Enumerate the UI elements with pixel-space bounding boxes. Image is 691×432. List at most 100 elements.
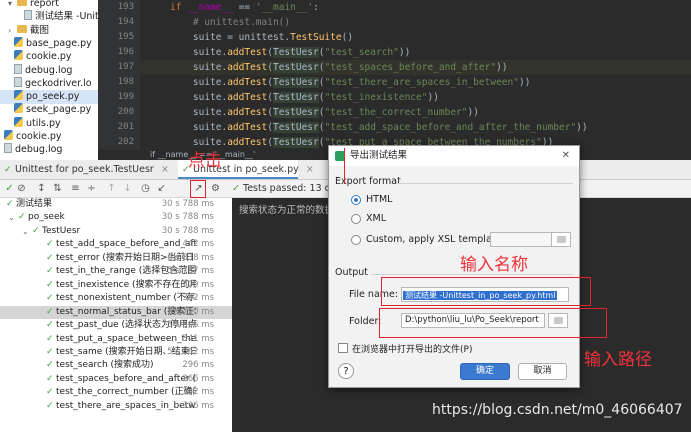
test-name: test_there_are_spaces_in_between [56, 400, 196, 411]
project-tree-item[interactable]: cookie.py [0, 50, 98, 64]
show-ignored-icon[interactable]: ⊘ [15, 182, 28, 195]
project-tree-item[interactable]: debug.log [0, 63, 98, 78]
test-tree-row[interactable]: ✓test_nonexistent_number (不存在的382 ms [0, 292, 232, 305]
history-icon[interactable]: ◷ [139, 182, 152, 195]
python-file-icon [14, 36, 23, 47]
python-file-icon [14, 116, 23, 127]
code-editor[interactable]: if __name__ == '__main__': # unittest.ma… [140, 0, 691, 150]
test-tree-row[interactable]: ✓ test_add_space_before_and_after 442 ms [0, 238, 232, 251]
sort-duration-icon[interactable]: ⇅ [51, 182, 64, 195]
test-method-string: test_spaces_before_and_after [330, 62, 491, 73]
chevron-down-icon[interactable]: ⌄ [22, 225, 29, 238]
project-tree-label: 截图 [30, 24, 50, 36]
line-number: 195 [117, 32, 134, 42]
test-tree-row[interactable]: ✓ test_normal_status_bar (搜索正常 3 s 790 ms [0, 305, 232, 319]
chevron-icon[interactable]: › [8, 24, 17, 38]
folder-label: Folder: [349, 316, 382, 327]
project-tree-item[interactable]: 测试结果 -Unit [0, 10, 98, 24]
project-tree-item[interactable]: cookie.py [0, 130, 98, 144]
passed-check-icon: ✓ [46, 306, 54, 317]
test-tree-row[interactable]: ✓test_spaces_before_and_after (搜索266 ms [0, 373, 232, 386]
test-duration: 336 ms [182, 400, 214, 411]
passed-check-icon: ✓ [46, 320, 54, 331]
test-duration: 442 ms [182, 239, 214, 250]
project-tree-item[interactable]: utils.py [0, 116, 98, 131]
test-method-string: test_search [330, 47, 394, 58]
test-tree-row[interactable]: ⌄ ✓ po_seek 30 s 788 ms [0, 211, 232, 224]
test-tree-row[interactable]: ✓ test_inexistence (搜索不存在的用户 309 ms [0, 279, 232, 292]
test-tree-row[interactable]: ✓test_put_a_space_between_the_nu341 ms [0, 333, 232, 346]
project-tree-label: debug.log [15, 144, 63, 156]
line-number: 194 [117, 17, 134, 27]
ok-button[interactable]: 确定 [460, 363, 510, 380]
editor-gutter: 193 194 195 196 197 198 199 200 201 202 [98, 0, 140, 150]
custom-xsl-radio[interactable] [351, 235, 361, 245]
file-icon [14, 63, 22, 74]
collapse-all-icon[interactable]: ÷ [85, 182, 98, 195]
test-method-string: test_there_are_spaces_in_between [330, 77, 514, 88]
browse-xsl-button[interactable] [551, 232, 571, 247]
passed-check-icon: ✓ [6, 199, 14, 209]
test-tree-row[interactable]: ✓ test_search (搜索成功) 296 ms [0, 359, 232, 372]
tab-unittest-for-po-seek[interactable]: ✓ Unittest for po_seek.TestUesr × [0, 160, 182, 179]
code-line-194: # unittest.main() [192, 17, 291, 28]
sort-alpha-icon[interactable]: ↕ [35, 182, 48, 195]
test-method-string: test_the_correct_number [330, 107, 462, 118]
project-tree-item[interactable]: debug.log [0, 143, 98, 157]
next-icon[interactable]: ↓ [121, 182, 134, 195]
import-tests-icon[interactable]: ↙ [155, 182, 168, 195]
project-tree-item[interactable]: po_seek.py [0, 90, 98, 105]
annotation-enter-name: 输入名称 [460, 255, 528, 275]
expand-all-icon[interactable]: ≡ [69, 182, 82, 195]
test-tree-row[interactable]: ⌄ ✓ TestUesr 30 s 788 ms [0, 225, 232, 238]
code-line-add-test: suite.addTest(TestUesr("test_the_correct… [170, 107, 479, 118]
code-line-add-test: suite.addTest(TestUesr("test_search")) [170, 47, 411, 58]
test-duration: 6 s 838 ms [167, 252, 214, 263]
open-in-browser-checkbox[interactable] [338, 343, 348, 353]
html-option-label: HTML [366, 194, 393, 205]
passed-check-icon: ✓ [46, 400, 54, 411]
project-tree-item[interactable]: base_page.py [0, 36, 98, 51]
test-name: test_the_correct_number (正确的手 [56, 387, 196, 398]
passed-check-icon: ✓ [46, 266, 54, 277]
folder-icon [557, 236, 566, 243]
close-icon[interactable]: ✕ [562, 146, 570, 166]
xsl-template-field[interactable] [490, 232, 552, 247]
cancel-button[interactable]: 取消 [518, 363, 567, 380]
line-number: 196 [117, 47, 134, 57]
annotation-enter-path: 输入路径 [584, 350, 652, 370]
chevron-down-icon[interactable]: ⌄ [8, 211, 15, 224]
tab-label: Unittest for po_seek.TestUesr [15, 164, 154, 175]
passed-check-icon: ✓ [46, 373, 54, 384]
passed-check-icon: ✓ [46, 333, 54, 344]
close-icon[interactable]: × [161, 164, 169, 175]
project-tree-item[interactable]: seek_page.py [0, 103, 98, 117]
help-button[interactable]: ? [338, 363, 354, 379]
test-tree-row[interactable]: ✓ test_same (搜索开始日期、结束日 5 s 862 ms [0, 346, 232, 359]
previous-icon[interactable]: ↑ [105, 182, 118, 195]
test-tree-row[interactable]: ✓test_there_are_spaces_in_between336 ms [0, 400, 232, 413]
line-number: 200 [117, 107, 134, 117]
project-tree-item[interactable]: › 截图 [0, 24, 98, 38]
test-name: test_inexistence (搜索不存在的用户 [56, 279, 196, 290]
test-tree-row[interactable]: ✓ test_past_due (选择状态为停用点 5 s 806 ms [0, 319, 232, 332]
close-icon[interactable]: × [306, 164, 314, 175]
project-tree-item[interactable]: geckodriver.lo [0, 76, 98, 91]
test-tree-row[interactable]: ✓ test_error (搜索开始日期>当前日 6 s 838 ms [0, 252, 232, 265]
divider [397, 183, 573, 184]
project-tree-label: po_seek.py [26, 91, 80, 103]
test-duration: 30 s 788 ms [161, 225, 214, 236]
html-radio[interactable] [351, 195, 361, 205]
test-tree-row[interactable]: ✓ test_in_the_range (选择包含范围! 5 s 787 ms [0, 265, 232, 278]
test-tree-row[interactable]: ✓ 测试结果 30 s 788 ms [0, 198, 232, 211]
test-duration: 30 s 788 ms [161, 199, 214, 209]
tests-passed-status: ✓ Tests passed: 13 of 1 [232, 183, 343, 194]
python-file-icon [14, 50, 23, 61]
xml-radio[interactable] [351, 214, 361, 224]
project-tree: ▾ report 测试结果 -Unit › 截图 base_page.py cookie.p… [0, 0, 98, 160]
test-duration: 30 s 788 ms [161, 212, 214, 223]
test-tree-row[interactable]: ✓ test_the_correct_number (正确的手 332 ms [0, 386, 232, 399]
xml-option-label: XML [366, 213, 386, 224]
file-icon [4, 143, 12, 154]
settings-gear-icon[interactable]: ⚙ [209, 182, 222, 195]
